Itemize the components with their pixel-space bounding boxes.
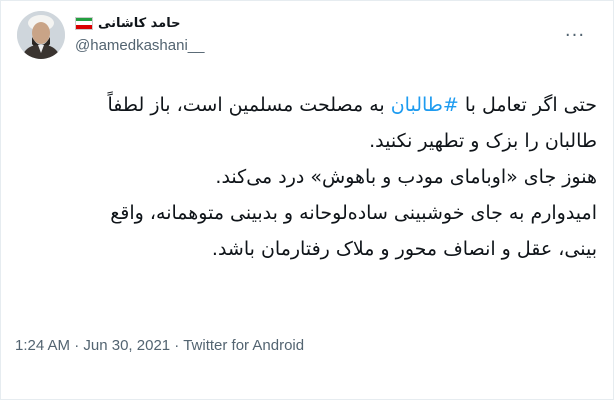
name-row: حامد کاشانی	[75, 11, 541, 35]
tweet-time[interactable]: 1:24 AM	[15, 337, 70, 354]
tweet-line: هنوز جای «اوبامای مودب و باهوش» درد می‌ک…	[215, 166, 597, 188]
tweet-source[interactable]: Twitter for Android	[183, 337, 304, 354]
tweet-line: بینی، عقل و انصاف محور و ملاک رفتارمان ب…	[211, 238, 597, 260]
tweet-text-segment: به مصلحت مسلمین است، باز لطفاً	[107, 94, 391, 116]
tweet-metadata: 1:24 AM · Jun 30, 2021 · Twitter for And…	[15, 337, 304, 354]
tweet-line: طالبان را بزک و تطهیر نکنید.	[369, 130, 597, 152]
author-block: حامد کاشانی @hamedkashani__	[75, 11, 541, 61]
tweet-text: حتی اگر تعامل با #طالبان به مصلحت مسلمین…	[17, 87, 597, 267]
separator: ·	[70, 337, 84, 354]
tweet-line: حتی اگر تعامل با #طالبان به مصلحت مسلمین…	[17, 87, 597, 123]
tweet-line: امیدوارم به جای خوشبینی ساده‌لوحانه و بد…	[110, 202, 597, 224]
separator: ·	[170, 337, 184, 354]
tweet-date[interactable]: Jun 30, 2021	[83, 337, 170, 354]
avatar-photo	[17, 11, 65, 59]
tweet-card: ··· حامد کاشانی @hamedkashani__ حتی اگر …	[0, 0, 614, 400]
author-handle[interactable]: @hamedkashani__	[75, 37, 541, 54]
tweet-text-segment: حتی اگر تعامل با	[458, 94, 597, 116]
more-options-icon[interactable]: ···	[555, 25, 595, 46]
author-display-name[interactable]: حامد کاشانی	[98, 16, 180, 31]
iran-flag-icon	[75, 16, 93, 30]
avatar[interactable]	[17, 11, 65, 59]
hashtag-link[interactable]: #طالبان	[391, 94, 459, 116]
